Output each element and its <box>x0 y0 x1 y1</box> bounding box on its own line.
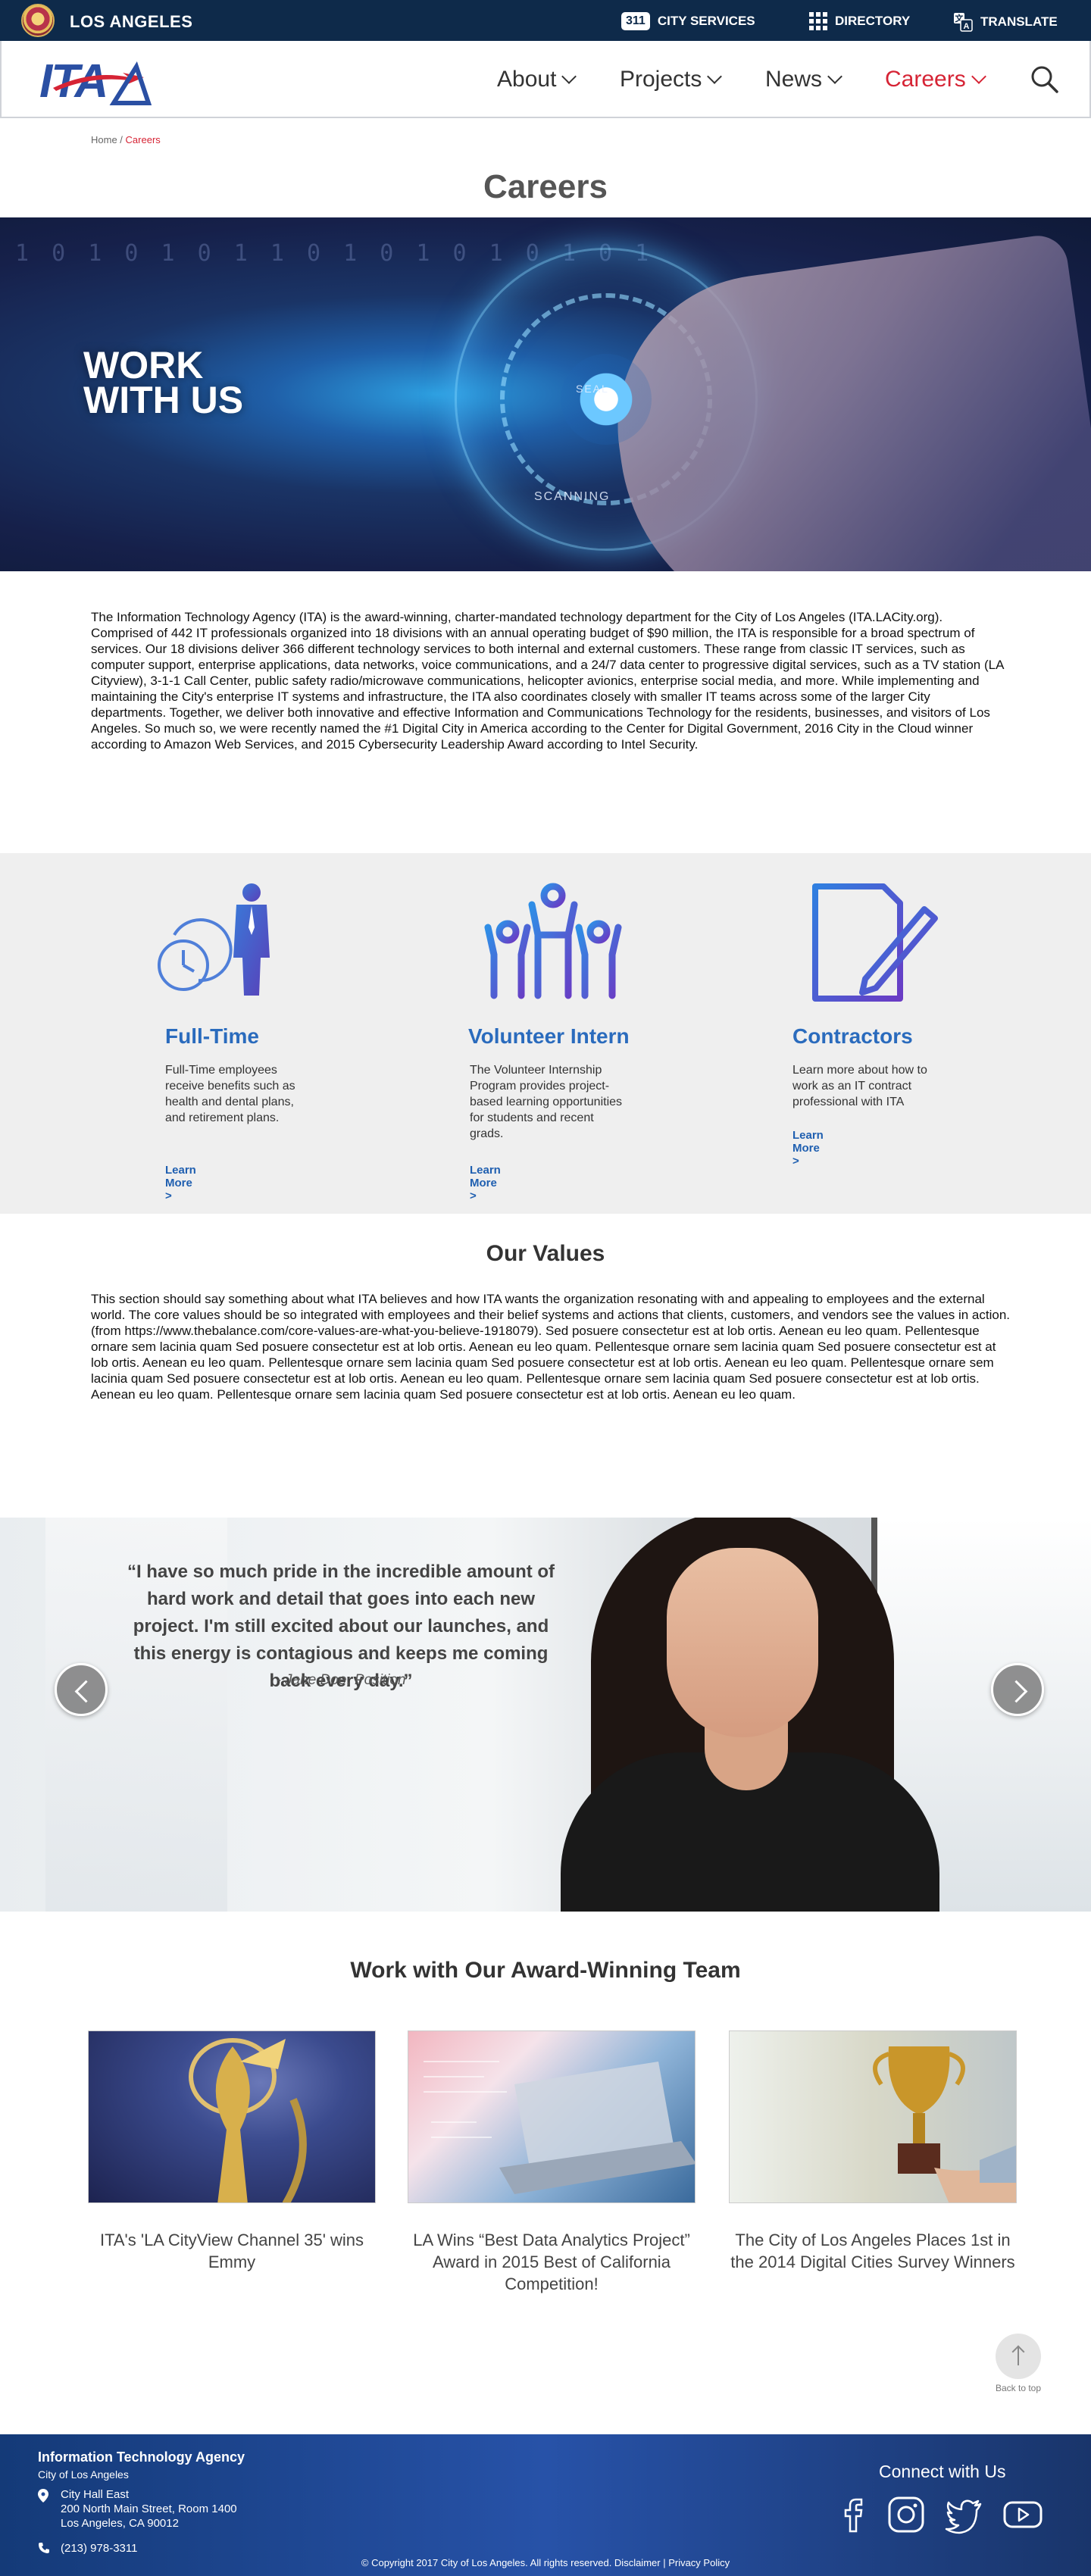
clock-employee-icon <box>158 883 270 996</box>
nav-projects-label: Projects <box>620 67 702 92</box>
phone-icon <box>39 2543 49 2553</box>
nav-careers-label: Careers <box>885 67 966 92</box>
breadcrumb-home[interactable]: Home <box>91 134 117 145</box>
awards-title: Work with Our Award-Winning Team <box>350 1958 741 1983</box>
laptop-icon <box>424 2061 695 2194</box>
card-full-time-learn-more[interactable]: Learn More > <box>165 1164 196 1202</box>
nav-careers[interactable]: Careers <box>885 67 986 92</box>
nav-news-label: News <box>765 67 823 92</box>
values-paragraph: This section should say something about … <box>91 1292 1011 1402</box>
card-volunteer-intern-text: The Volunteer Internship Program provide… <box>470 1064 623 1140</box>
page-title: Careers <box>483 168 608 205</box>
directory-label: DIRECTORY <box>835 14 911 28</box>
footer-connect-title: Connect with Us <box>879 2462 1006 2481</box>
card-contractors-learn-more[interactable]: Learn More > <box>792 1129 824 1168</box>
hero-overlay-text-1: SEAL <box>576 383 609 395</box>
values-title: Our Values <box>486 1241 605 1266</box>
employment-types-section: Full-Time Full-Time employees receive be… <box>0 853 1091 1214</box>
city-name[interactable]: LOS ANGELES <box>70 12 192 32</box>
footer-address: City Hall East 200 North Main Street, Ro… <box>61 2487 237 2531</box>
award-image-digital-cities[interactable] <box>729 2030 1017 2203</box>
breadcrumb: Home / Careers <box>91 134 161 145</box>
city-services-link[interactable]: 311 CITY SERVICES <box>621 12 755 30</box>
grid-icon <box>809 12 827 30</box>
directory-link[interactable]: DIRECTORY <box>809 12 910 30</box>
hero-banner: 1 0 1 0 1 0 1 1 0 1 0 1 0 1 0 1 0 1 WORK… <box>0 217 1091 571</box>
badge-311: 311 <box>621 12 650 30</box>
city-services-label: CITY SERVICES <box>657 14 755 28</box>
nav-projects[interactable]: Projects <box>620 67 723 92</box>
testimonial-author: - Jane Doe, Position <box>276 1672 406 1688</box>
facebook-icon[interactable] <box>832 2493 874 2536</box>
breadcrumb-separator: / <box>117 134 126 145</box>
footer-copyright: © Copyright 2017 City of Los Angeles. Al… <box>361 2557 730 2568</box>
search-icon[interactable] <box>1029 64 1059 94</box>
hero-headline-line1: WORK <box>83 344 204 386</box>
footer-address-line3: Los Angeles, CA 90012 <box>61 2517 179 2530</box>
award-card-emmy[interactable]: ITA's 'LA CityView Channel 35' wins Emmy <box>88 2030 376 2273</box>
intro-paragraph: The Information Technology Agency (ITA) … <box>91 610 1004 752</box>
footer-phone[interactable]: (213) 978-3311 <box>61 2542 137 2555</box>
translate-icon: 文 A <box>954 13 973 32</box>
footer-org-name: Information Technology Agency <box>38 2449 245 2465</box>
card-full-time-title: Full-Time <box>165 1024 259 1048</box>
youtube-icon[interactable] <box>1002 2493 1044 2536</box>
hero-headline-line2: WITH US <box>83 379 244 421</box>
card-volunteer-intern-learn-more[interactable]: Learn More > <box>470 1164 501 1202</box>
footer-address-line2: 200 North Main Street, Room 1400 <box>61 2503 237 2515</box>
translate-link[interactable]: 文 A TRANSLATE <box>953 12 1058 32</box>
back-to-top-button[interactable] <box>996 2334 1041 2379</box>
chevron-down-icon <box>707 69 723 84</box>
card-volunteer-intern-title: Volunteer Intern <box>468 1024 630 1048</box>
trophy-icon <box>873 2046 1016 2202</box>
award-image-emmy[interactable] <box>88 2030 376 2203</box>
nav-about[interactable]: About <box>497 67 577 92</box>
top-bar: LOS ANGELES 311 CITY SERVICES DIRECTORY … <box>0 0 1091 41</box>
hero-overlay-text-2: SCANNING <box>534 490 611 503</box>
hero-center-disc <box>561 354 652 445</box>
award-card-analytics[interactable]: LA Wins “Best Data Analytics Project” Aw… <box>408 2030 696 2295</box>
footer-address-line1: City Hall East <box>61 2488 130 2501</box>
award-caption-emmy[interactable]: ITA's 'LA CityView Channel 35' wins Emmy <box>88 2229 376 2273</box>
svg-text:A: A <box>964 22 970 31</box>
location-pin-icon <box>38 2489 48 2503</box>
document-pen-icon <box>812 883 938 1002</box>
chevron-down-icon <box>827 69 842 84</box>
nav-about-label: About <box>497 67 557 92</box>
carousel-prev-button[interactable] <box>55 1663 108 1716</box>
chevron-down-icon <box>561 69 577 84</box>
main-navigation: ITA About Projects News Careers <box>0 41 1091 118</box>
people-group-icon <box>484 883 622 999</box>
award-caption-digital-cities[interactable]: The City of Los Angeles Places 1st in th… <box>729 2229 1017 2273</box>
emmy-statue-icon <box>189 2038 307 2202</box>
city-seal-icon[interactable] <box>21 4 55 37</box>
breadcrumb-current: Careers <box>125 134 161 145</box>
back-to-top-label[interactable]: Back to top <box>985 2383 1052 2393</box>
testimonial-carousel: “I have so much pride in the incredible … <box>0 1518 1091 1912</box>
award-image-analytics[interactable] <box>408 2030 696 2203</box>
card-contractors-text: Learn more about how to work as an IT co… <box>792 1064 927 1108</box>
instagram-icon[interactable] <box>885 2493 927 2536</box>
award-card-digital-cities[interactable]: The City of Los Angeles Places 1st in th… <box>729 2030 1017 2273</box>
card-full-time-text: Full-Time employees receive benefits suc… <box>165 1064 295 1124</box>
hero-headline: WORK WITH US <box>83 344 244 421</box>
twitter-icon[interactable] <box>943 2493 985 2536</box>
award-caption-analytics[interactable]: LA Wins “Best Data Analytics Project” Aw… <box>408 2229 696 2295</box>
carousel-next-button[interactable] <box>991 1663 1044 1716</box>
testimonial-photo-face <box>667 1548 818 1737</box>
chevron-down-icon <box>971 69 986 84</box>
translate-label: TRANSLATE <box>980 14 1058 29</box>
ita-logo[interactable]: ITA <box>38 55 152 108</box>
footer-org-sub: City of Los Angeles <box>38 2468 129 2481</box>
card-contractors-title: Contractors <box>792 1024 913 1048</box>
nav-news[interactable]: News <box>765 67 842 92</box>
footer: Information Technology Agency City of Lo… <box>0 2434 1091 2576</box>
